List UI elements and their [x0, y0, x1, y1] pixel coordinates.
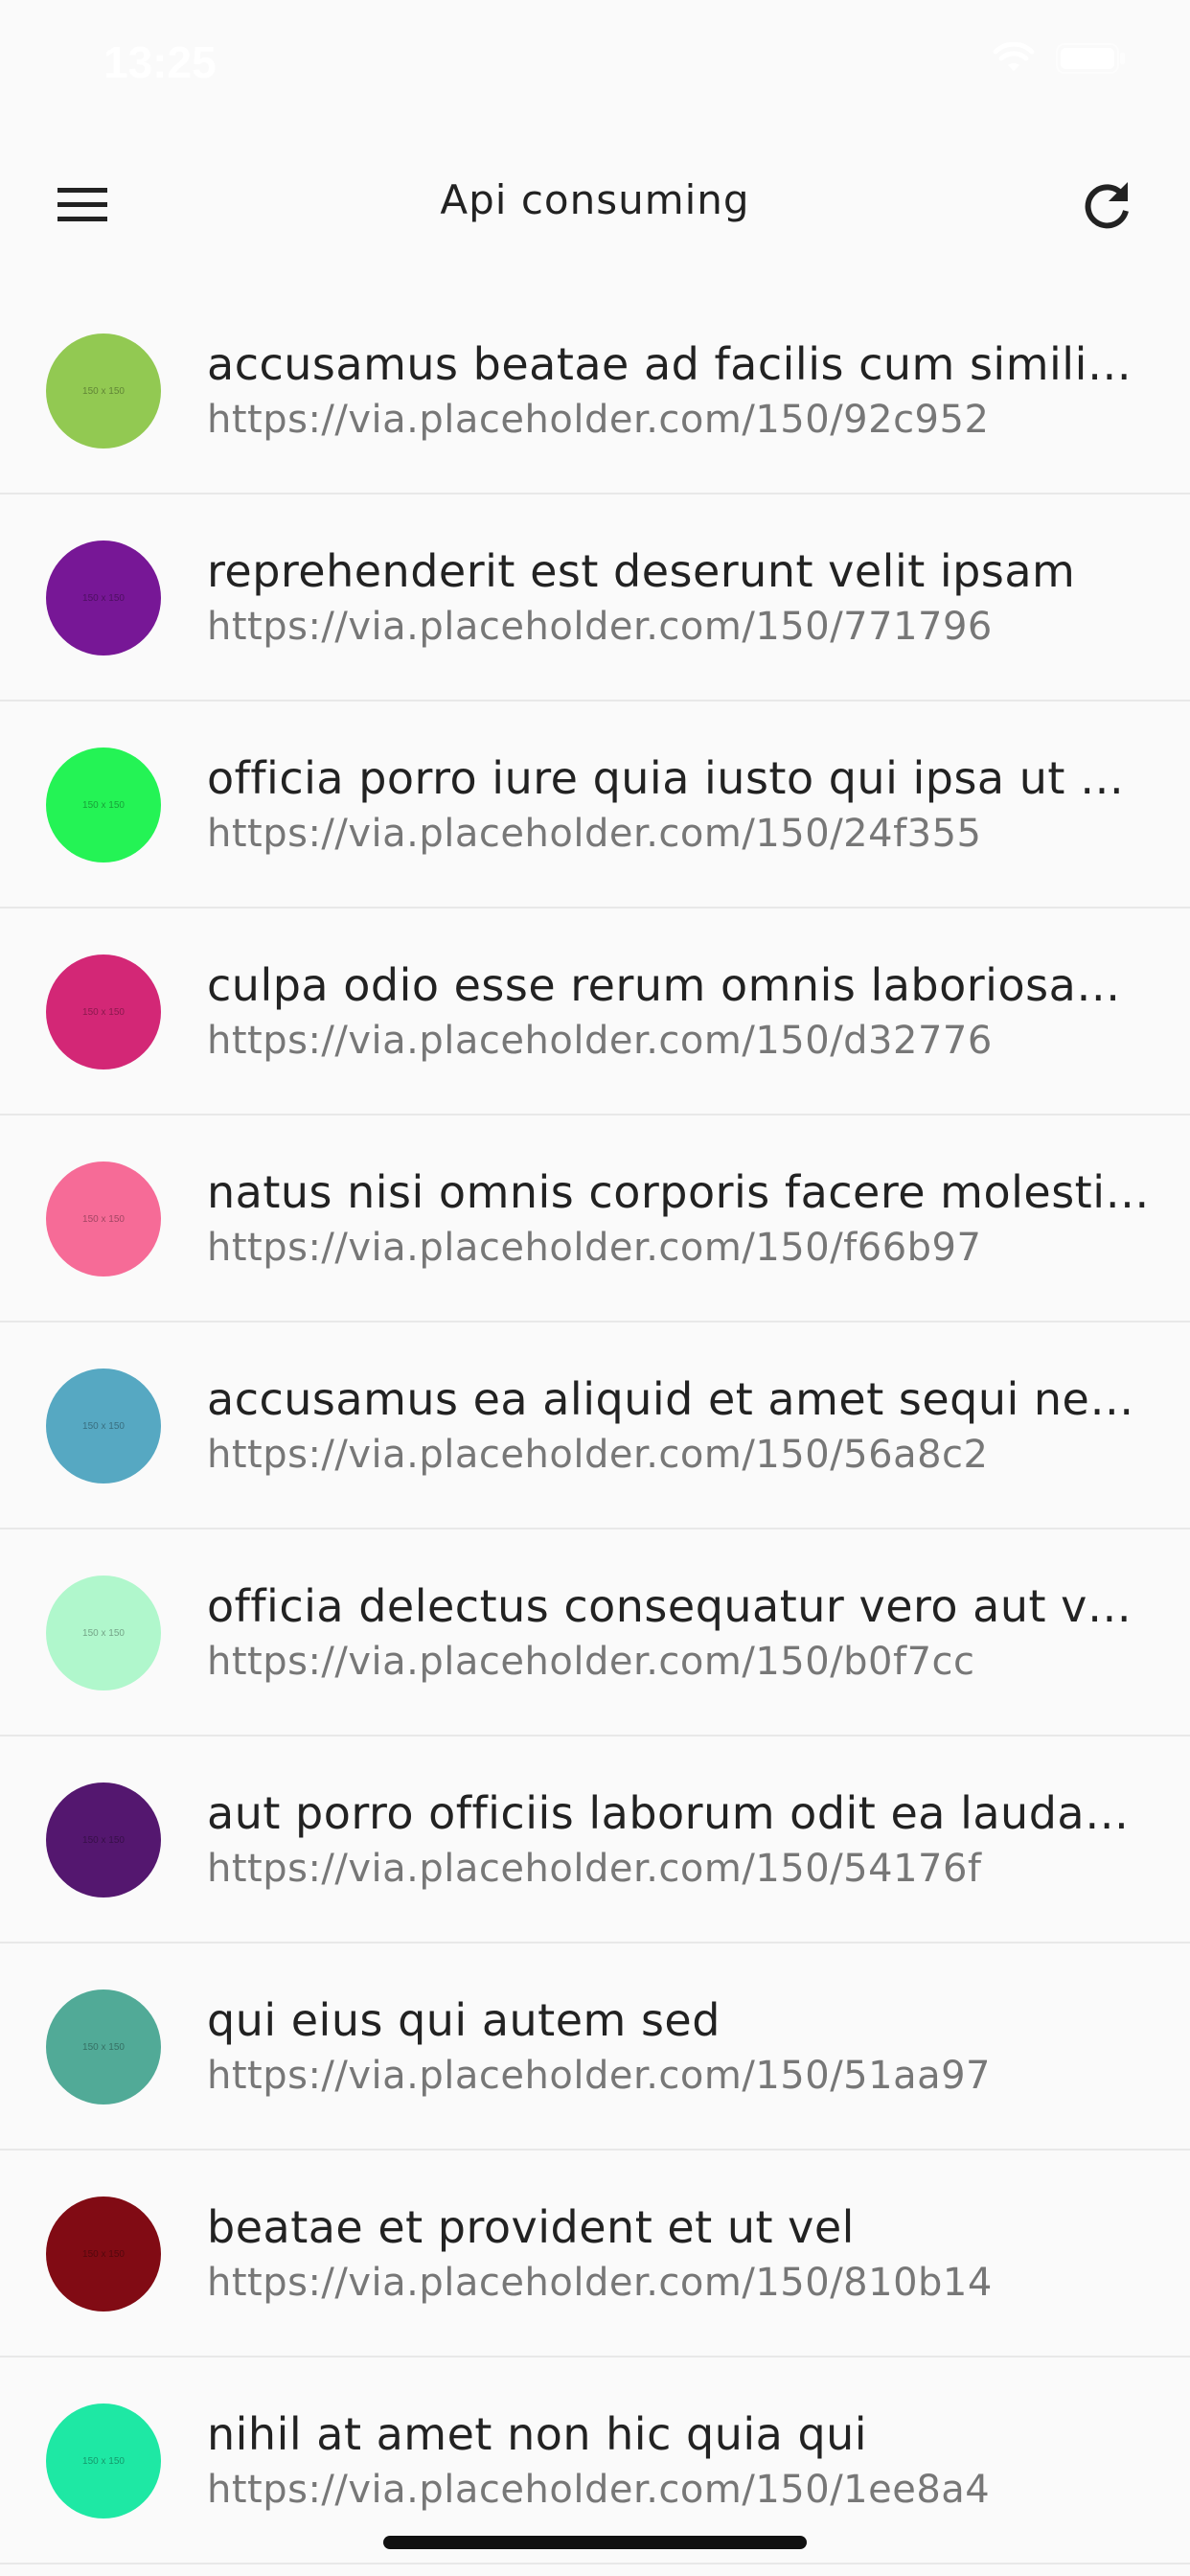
item-title: qui eius qui autem sed [207, 1994, 721, 2046]
item-title: culpa odio esse rerum omnis laboriosam v… [207, 959, 1152, 1011]
status-time: 13:25 [103, 37, 217, 87]
list-item[interactable]: 150 x 150 officia porro iure quia iusto q… [0, 702, 1190, 908]
thumbnail-avatar: 150 x 150 [46, 1782, 161, 1898]
thumbnail-avatar: 150 x 150 [46, 2404, 161, 2518]
item-url: https://via.placeholder.com/150/51aa97 [207, 2054, 991, 2098]
thumbnail-label: 150 x 150 [82, 1006, 125, 1018]
thumbnail-label: 150 x 150 [82, 2248, 125, 2260]
item-title: officia delectus consequatur vero aut ve… [207, 1580, 1152, 1632]
page-title: Api consuming [440, 176, 750, 223]
item-url: https://via.placeholder.com/150/24f355 [207, 812, 982, 856]
thumbnail-avatar: 150 x 150 [46, 540, 161, 656]
list-item[interactable]: 150 x 150 natus nisi omnis corporis facer… [0, 1116, 1190, 1322]
item-text: natus nisi omnis corporis facere molesti… [207, 1163, 1152, 1275]
item-text: qui eius qui autem sed https://via.placeh… [207, 1991, 1152, 2103]
status-icons [993, 41, 1127, 79]
item-title: reprehenderit est deserunt velit ipsam [207, 545, 1076, 597]
app-bar: Api consuming [0, 134, 1190, 278]
list-item[interactable]: 150 x 150 culpa odio esse rerum omnis lab… [0, 908, 1190, 1116]
list-item[interactable]: 150 x 150 accusamus beatae ad facilis cum… [0, 288, 1190, 494]
thumbnail-label: 150 x 150 [82, 2041, 125, 2053]
thumbnail-label: 150 x 150 [82, 2455, 125, 2467]
thumbnail-label: 150 x 150 [82, 1420, 125, 1432]
photo-list: 150 x 150 accusamus beatae ad facilis cum… [0, 288, 1190, 2564]
thumbnail-label: 150 x 150 [82, 799, 125, 811]
item-title: accusamus ea aliquid et amet sequi nemo [207, 1373, 1152, 1425]
refresh-button[interactable] [1062, 169, 1154, 245]
list-item[interactable]: 150 x 150 officia delectus consequatur ve… [0, 1530, 1190, 1736]
item-text: accusamus beatae ad facilis cum similiqu… [207, 335, 1152, 447]
thumbnail-label: 150 x 150 [82, 592, 125, 604]
list-item[interactable]: 150 x 150 reprehenderit est deserunt veli… [0, 494, 1190, 702]
thumbnail-label: 150 x 150 [82, 1213, 125, 1225]
item-title: natus nisi omnis corporis facere molesti… [207, 1166, 1152, 1218]
thumbnail-label: 150 x 150 [82, 385, 125, 397]
item-url: https://via.placeholder.com/150/f66b97 [207, 1226, 982, 1270]
item-text: nihil at amet non hic quia qui https://vi… [207, 2405, 1152, 2517]
thumbnail-avatar: 150 x 150 [46, 1368, 161, 1484]
thumbnail-avatar: 150 x 150 [46, 1162, 161, 1276]
item-title: nihil at amet non hic quia qui [207, 2408, 868, 2460]
item-text: officia porro iure quia iusto qui ipsa u… [207, 749, 1152, 861]
list-item[interactable]: 150 x 150 aut porro officiis laborum odit… [0, 1736, 1190, 1944]
home-indicator [383, 2536, 807, 2549]
thumbnail-avatar: 150 x 150 [46, 1990, 161, 2104]
thumbnail-label: 150 x 150 [82, 1627, 125, 1639]
item-url: https://via.placeholder.com/150/810b14 [207, 2261, 993, 2305]
thumbnail-avatar: 150 x 150 [46, 748, 161, 862]
item-url: https://via.placeholder.com/150/d32776 [207, 1019, 993, 1063]
item-url: https://via.placeholder.com/150/92c952 [207, 398, 990, 442]
item-text: culpa odio esse rerum omnis laboriosam v… [207, 956, 1152, 1068]
item-title: aut porro officiis laborum odit ea lauda… [207, 1787, 1152, 1839]
item-text: officia delectus consequatur vero aut ve… [207, 1577, 1152, 1689]
item-url: https://via.placeholder.com/150/56a8c2 [207, 1433, 989, 1477]
item-url: https://via.placeholder.com/150/1ee8a4 [207, 2468, 991, 2512]
thumbnail-avatar: 150 x 150 [46, 1576, 161, 1690]
refresh-icon [1081, 178, 1134, 236]
item-text: accusamus ea aliquid et amet sequi nemo h… [207, 1370, 1152, 1482]
item-text: beatae et provident et ut vel https://via… [207, 2198, 1152, 2310]
thumbnail-avatar: 150 x 150 [46, 2196, 161, 2312]
thumbnail-avatar: 150 x 150 [46, 334, 161, 448]
battery-icon [1056, 42, 1127, 79]
item-title: officia porro iure quia iusto qui ipsa u… [207, 752, 1152, 804]
list-item[interactable]: 150 x 150 qui eius qui autem sed https://v… [0, 1944, 1190, 2150]
thumbnail-label: 150 x 150 [82, 1834, 125, 1846]
item-title: beatae et provident et ut vel [207, 2201, 855, 2253]
item-url: https://via.placeholder.com/150/b0f7cc [207, 1640, 975, 1684]
list-item[interactable]: 150 x 150 nihil at amet non hic quia qui h… [0, 2358, 1190, 2564]
item-url: https://via.placeholder.com/150/771796 [207, 605, 993, 649]
list-item[interactable]: 150 x 150 accusamus ea aliquid et amet se… [0, 1322, 1190, 1530]
list-item[interactable]: 150 x 150 beatae et provident et ut vel ht… [0, 2150, 1190, 2358]
item-text: reprehenderit est deserunt velit ipsam ht… [207, 542, 1152, 654]
item-title: accusamus beatae ad facilis cum similiqu… [207, 338, 1152, 390]
item-url: https://via.placeholder.com/150/54176f [207, 1847, 982, 1891]
thumbnail-avatar: 150 x 150 [46, 954, 161, 1070]
wifi-icon [993, 41, 1035, 79]
item-text: aut porro officiis laborum odit ea lauda… [207, 1784, 1152, 1896]
status-bar: 13:25 [0, 0, 1190, 134]
